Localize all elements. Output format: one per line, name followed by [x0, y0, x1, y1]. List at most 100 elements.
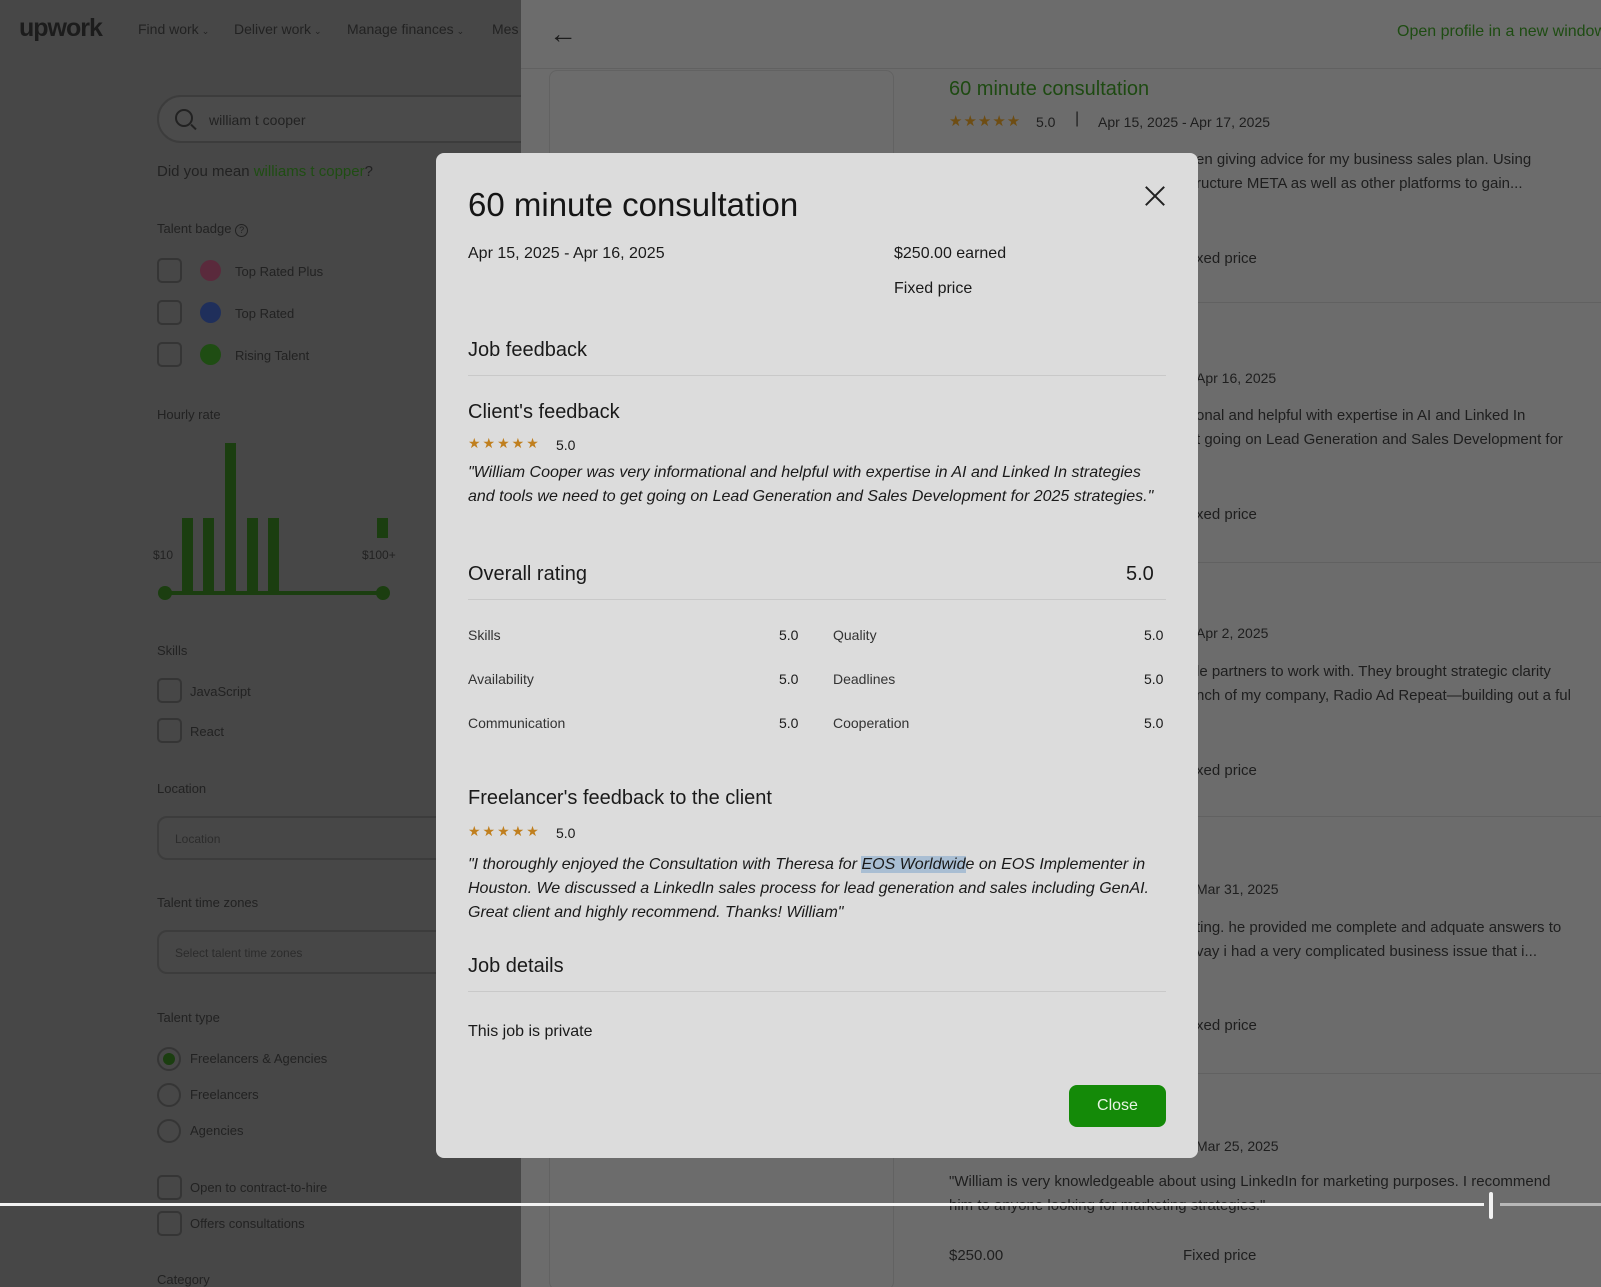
- skill-javascript-checkbox[interactable]: [157, 678, 182, 703]
- talent-type-radio-agencies[interactable]: [157, 1119, 181, 1143]
- rate-slider-min-handle[interactable]: [158, 586, 172, 600]
- offers-consultations-checkbox[interactable]: [157, 1211, 182, 1236]
- nav-deliver-work[interactable]: Deliver work ⌄: [234, 21, 322, 37]
- talent-badge-label: Talent badge ?: [157, 221, 249, 237]
- job-dates: Apr 15, 2025 - Apr 16, 2025: [468, 245, 665, 262]
- sub-rating-label: Skills: [468, 627, 501, 643]
- sub-rating-value: 5.0: [1144, 671, 1164, 687]
- did-you-mean: Did you mean williams t copper?: [157, 163, 373, 180]
- star-rating-icon: ★★★★★: [468, 435, 541, 451]
- sub-rating-value: 5.0: [1144, 715, 1164, 731]
- job-date: Mar 31, 2025: [1196, 881, 1279, 897]
- price-type: xed price: [1196, 762, 1257, 779]
- badge-top-rated-checkbox[interactable]: [157, 300, 182, 325]
- work-history-job-title[interactable]: 60 minute consultation: [949, 78, 1149, 101]
- review-snippet: ructure META as well as other platforms …: [1196, 175, 1523, 192]
- help-icon[interactable]: ?: [235, 224, 249, 237]
- job-details-heading: Job details: [468, 955, 564, 977]
- job-amount: $250.00: [949, 1247, 1004, 1264]
- review-snippet: t going on Lead Generation and Sales Dev…: [1196, 431, 1563, 448]
- search-query: william t cooper: [209, 112, 306, 128]
- divider: [468, 375, 1166, 376]
- option-label: Open to contract-to-hire: [190, 1180, 328, 1195]
- client-feedback-heading: Client's feedback: [468, 401, 620, 423]
- modal-title: 60 minute consultation: [468, 186, 799, 223]
- hourly-rate-label: Hourly rate: [157, 407, 221, 422]
- open-profile-link[interactable]: Open profile in a new window: [1397, 23, 1601, 41]
- sub-rating-label: Communication: [468, 715, 566, 731]
- back-arrow-icon[interactable]: ←: [549, 18, 577, 50]
- search-input[interactable]: william t cooper: [157, 95, 521, 143]
- overall-rating-value: 5.0: [1126, 563, 1154, 585]
- nav-messages[interactable]: Mes: [492, 21, 518, 37]
- rate-slider-max-handle[interactable]: [376, 586, 390, 600]
- rate-slider-track[interactable]: [165, 591, 383, 595]
- search-icon: [175, 109, 193, 127]
- review-snippet: onal and helpful with expertise in AI an…: [1196, 407, 1526, 424]
- star-rating-icon: ★★★★★: [949, 113, 1022, 130]
- job-feedback-modal: 60 minute consultation Apr 15, 2025 - Ap…: [436, 153, 1198, 1158]
- histogram-bar: [377, 518, 388, 538]
- talent-type-label-item: Freelancers: [190, 1087, 259, 1102]
- time-zones-select[interactable]: Select talent time zones: [157, 930, 447, 974]
- badge-label: Rising Talent: [235, 348, 310, 363]
- scrubber-handle[interactable]: [1489, 1192, 1493, 1219]
- contract-to-hire-checkbox[interactable]: [157, 1175, 182, 1200]
- job-rating: 5.0: [1036, 114, 1056, 130]
- location-label: Location: [157, 781, 207, 796]
- price-type: Fixed price: [1183, 1247, 1257, 1264]
- price-type: xed price: [1196, 1017, 1257, 1034]
- histogram-bar: [268, 518, 279, 591]
- client-rating: 5.0: [556, 437, 576, 453]
- panel-divider: [521, 68, 1601, 69]
- chevron-down-icon: ⌄: [456, 26, 465, 36]
- job-date-range: Apr 15, 2025 - Apr 17, 2025: [1098, 114, 1271, 130]
- sub-rating-value: 5.0: [779, 715, 799, 731]
- rate-max-label: $100+: [362, 548, 396, 562]
- histogram-bar: [247, 518, 258, 591]
- talent-type-radio-freelancers[interactable]: [157, 1083, 181, 1107]
- talent-type-radio-freelancers-agencies[interactable]: [157, 1047, 181, 1071]
- sub-rating-label: Deadlines: [833, 671, 896, 687]
- scrubber-remaining-track[interactable]: [1500, 1203, 1601, 1206]
- location-select[interactable]: Location: [157, 816, 447, 860]
- freelancer-rating: 5.0: [556, 825, 576, 841]
- sub-rating-label: Quality: [833, 627, 877, 643]
- histogram-bar: [225, 443, 236, 591]
- close-icon[interactable]: [1141, 183, 1169, 211]
- star-rating-icon: ★★★★★: [468, 823, 541, 839]
- price-type: xed price: [1196, 506, 1257, 523]
- job-feedback-heading: Job feedback: [468, 339, 587, 361]
- scrubber-played-track[interactable]: [0, 1203, 1484, 1206]
- time-zones-placeholder: Select talent time zones: [175, 946, 303, 960]
- skills-label: Skills: [157, 643, 188, 658]
- review-snippet: en giving advice for my business sales p…: [1196, 151, 1532, 168]
- suggestion-link[interactable]: williams t copper: [254, 163, 365, 180]
- upwork-logo[interactable]: upwork: [19, 14, 103, 43]
- skill-label: React: [190, 724, 224, 739]
- sub-rating-label: Cooperation: [833, 715, 910, 731]
- talent-type-label-item: Freelancers & Agencies: [190, 1051, 328, 1066]
- badge-rising-talent-checkbox[interactable]: [157, 342, 182, 367]
- nav-manage-finances[interactable]: Manage finances ⌄: [347, 21, 464, 37]
- review-text: "William is very knowledgeable about usi…: [949, 1170, 1550, 1218]
- client-quote: "William Cooper was very informational a…: [468, 464, 1154, 505]
- overall-rating-heading: Overall rating: [468, 563, 587, 585]
- price-type: xed price: [1196, 250, 1257, 267]
- skill-react-checkbox[interactable]: [157, 718, 182, 743]
- category-label: Category: [157, 1272, 210, 1287]
- review-snippet: nch of my company, Radio Ad Repeat—build…: [1196, 687, 1571, 704]
- badge-label: Top Rated: [235, 306, 295, 321]
- nav-find-work[interactable]: Find work ⌄: [138, 21, 209, 37]
- job-date: Apr 2, 2025: [1196, 625, 1269, 641]
- divider: [468, 599, 1166, 600]
- histogram-bar: [203, 518, 214, 591]
- review-snippet: le partners to work with. They brought s…: [1196, 663, 1551, 680]
- chevron-down-icon: ⌄: [201, 26, 210, 36]
- badge-top-rated-plus-checkbox[interactable]: [157, 258, 182, 283]
- rate-min-label: $10: [153, 548, 174, 562]
- review-line: him to anyone looking for marketing stra…: [949, 1194, 1550, 1218]
- close-button[interactable]: Close: [1069, 1085, 1166, 1127]
- job-private-note: This job is private: [468, 1023, 593, 1040]
- sub-rating-value: 5.0: [779, 627, 799, 643]
